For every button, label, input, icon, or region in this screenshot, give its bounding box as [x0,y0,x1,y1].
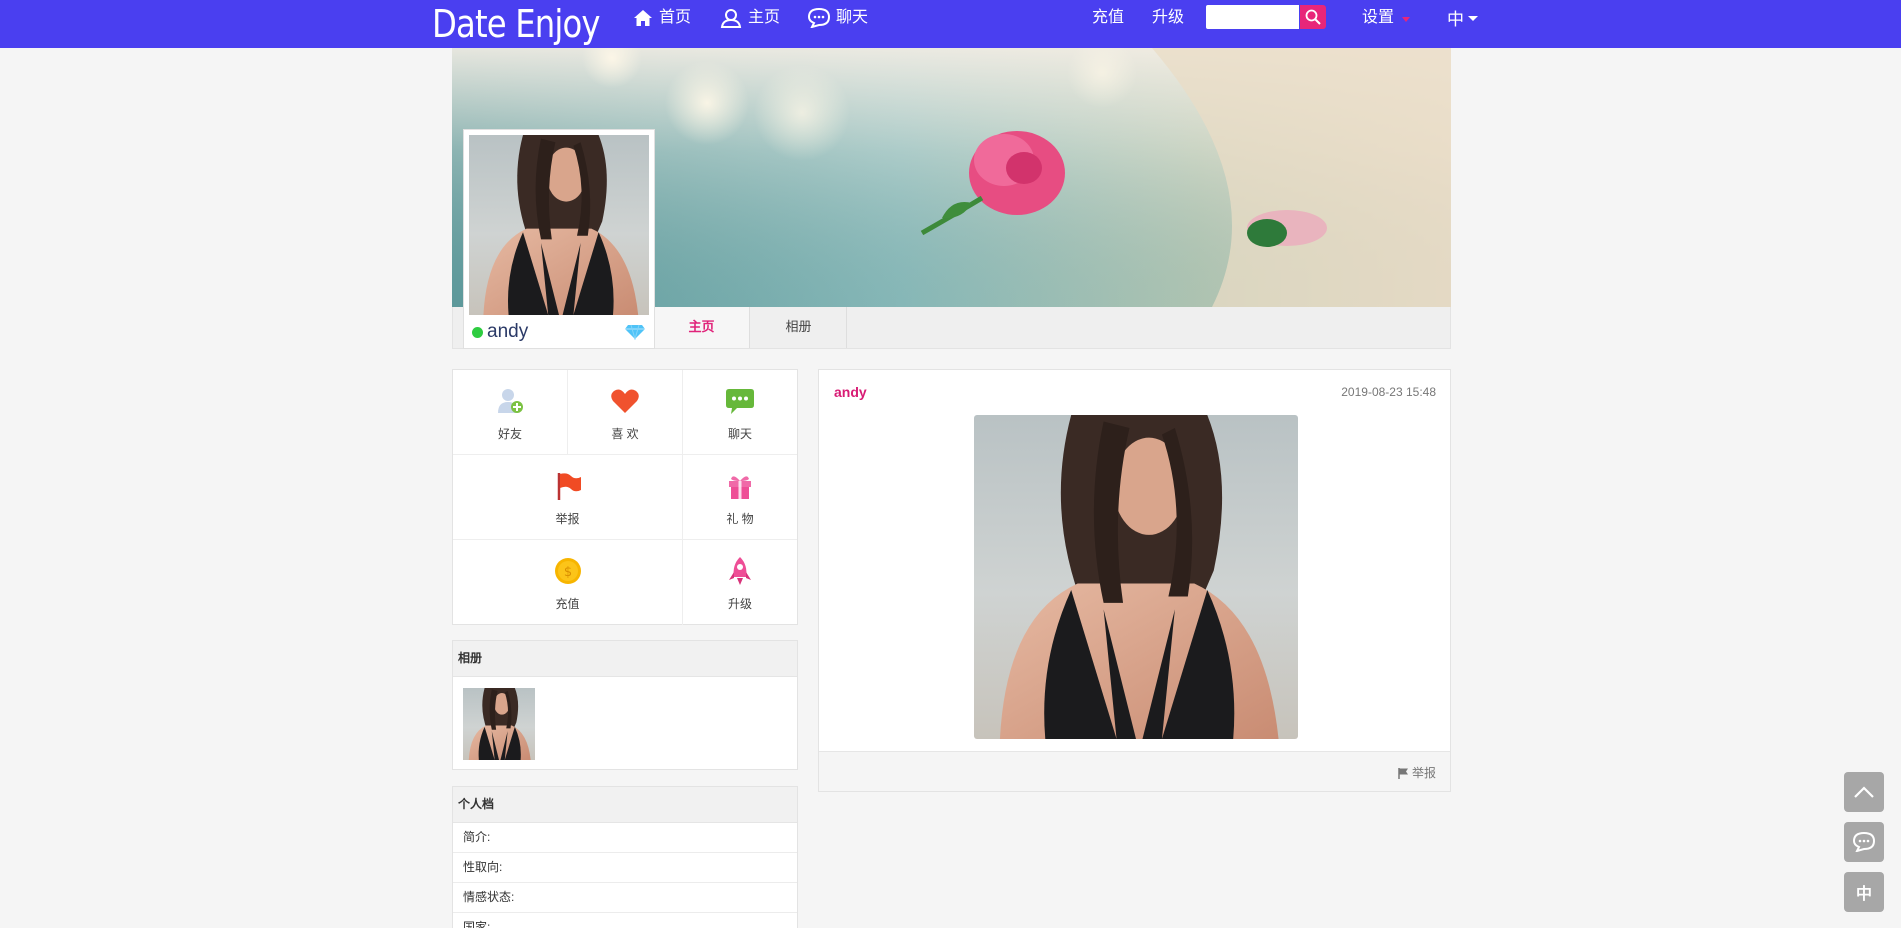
album-panel-title: 相册 [453,641,797,677]
post-author-link[interactable]: andy [834,384,867,400]
report-label: 举报 [555,512,580,526]
nav-chat-label: 聊天 [836,9,869,26]
back-to-top-button[interactable] [1844,772,1884,812]
post-card: andy 2019-08-23 15:48 举报 [818,369,1451,792]
chat-bubble-icon [1853,832,1875,852]
user-icon [720,9,742,28]
chevron-down-icon [1468,15,1478,21]
diamond-vip-icon [625,324,645,340]
like-button[interactable]: 喜 欢 [568,370,682,455]
upgrade-label: 升级 [727,597,752,611]
recharge-label: 充值 [555,597,580,611]
flag-icon [1398,767,1408,779]
home-icon [634,10,652,26]
add-friend-label: 好友 [497,427,522,441]
nav-recharge-link[interactable]: 充值 [1092,0,1124,36]
chat-bubble-icon [808,8,830,28]
tab-home[interactable]: 主页 [654,307,750,348]
chevron-up-icon [1854,786,1874,798]
floating-chat-button[interactable] [1844,822,1884,862]
profile-info-panel: 个人档 简介: 性取向: 情感状态: 国家: [452,786,798,928]
flag-icon [557,473,581,500]
post-report-label: 举报 [1411,766,1436,780]
upgrade-button[interactable]: 升级 [683,540,797,625]
nav-main-label: 主页 [748,9,781,26]
language-dropdown[interactable]: 中 [1447,0,1478,40]
post-timestamp: 2019-08-23 15:48 [1341,385,1436,399]
avatar[interactable] [469,135,649,315]
rocket-icon [729,557,751,585]
top-nav-bar: Date Enjoy 首页 主页 聊天 充值 升级 设置 中 [0,0,1901,48]
online-status-indicator [472,326,483,338]
profile-row-orientation: 性取向: [453,853,797,883]
brand-logo[interactable]: Date Enjoy [432,0,601,48]
chat-button[interactable]: 聊天 [683,370,797,455]
nav-upgrade-link[interactable]: 升级 [1152,0,1184,36]
chevron-down-icon [1402,16,1411,22]
username-row: andy [472,320,646,344]
search-input[interactable] [1206,5,1299,29]
nav-main-link[interactable]: 主页 [720,0,780,36]
post-photo[interactable] [974,415,1298,739]
search-button[interactable] [1300,5,1326,29]
album-panel: 相册 [452,640,798,770]
recharge-button[interactable]: $ 充值 [453,540,682,625]
floating-language-button[interactable]: 中 [1844,872,1884,912]
search-icon [1305,9,1321,25]
nav-home-link[interactable]: 首页 [633,0,691,36]
profile-row-relationship: 情感状态: [453,883,797,913]
tab-album[interactable]: 相册 [751,307,847,348]
nav-home-label: 首页 [659,9,692,26]
settings-dropdown[interactable]: 设置 [1362,0,1411,36]
profile-actions-panel: 好友 喜 欢 聊天 举报 礼 物 $ 充值 升级 [452,369,798,625]
gift-label: 礼 物 [726,512,754,526]
nav-chat-link[interactable]: 聊天 [808,0,868,36]
profile-avatar-card: andy [463,129,655,349]
coin-icon: $ [554,558,581,584]
settings-label: 设置 [1362,9,1395,26]
language-label: 中 [1447,10,1464,29]
add-friend-icon [498,389,523,413]
gift-button[interactable]: 礼 物 [683,455,797,540]
chat-bubble-icon [726,389,754,414]
report-button[interactable]: 举报 [453,455,682,540]
svg-text:$: $ [563,565,571,580]
chat-label: 聊天 [727,427,752,441]
post-footer: 举报 [819,751,1450,791]
gift-icon [729,476,751,499]
album-thumbnail[interactable] [463,688,535,760]
add-friend-button[interactable]: 好友 [453,370,567,455]
profile-row-country: 国家: [453,913,797,928]
profile-info-title: 个人档 [453,787,797,823]
heart-icon [611,389,639,413]
post-report-link[interactable]: 举报 [1397,764,1436,781]
like-label: 喜 欢 [611,427,639,441]
profile-row-bio: 简介: [453,823,797,853]
username: andy [487,321,529,342]
